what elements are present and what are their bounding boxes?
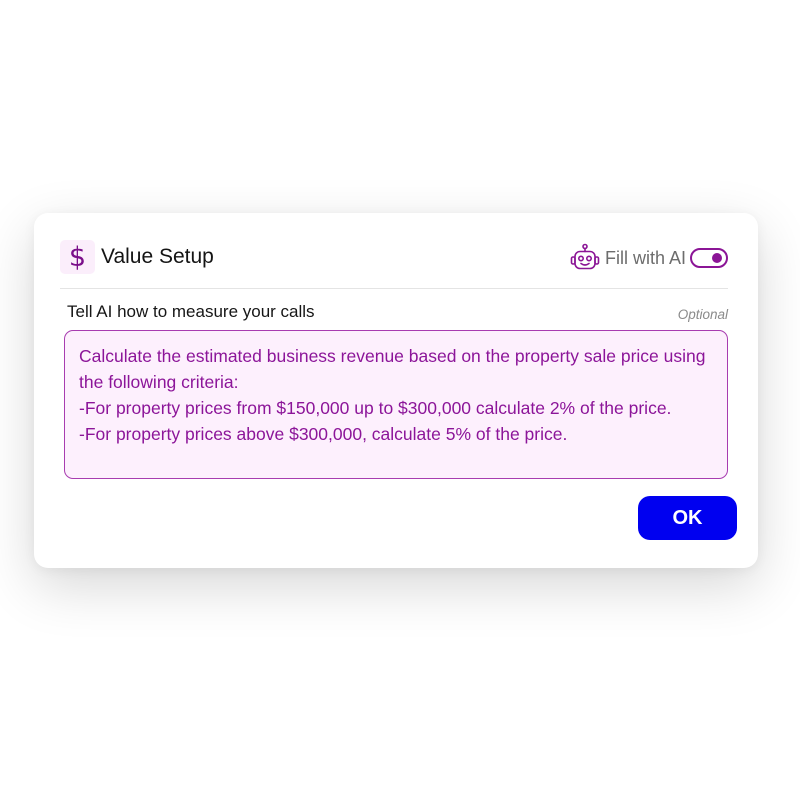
fill-with-ai-label[interactable]: Fill with AI xyxy=(605,248,686,269)
toggle-knob xyxy=(712,253,722,263)
robot-icon xyxy=(570,243,600,270)
header-divider xyxy=(60,288,728,289)
dialog-header: $ Value Setup Fill with AI xyxy=(60,240,728,274)
dollar-icon: $ xyxy=(60,240,95,274)
dollar-glyph: $ xyxy=(68,241,87,273)
fill-with-ai-toggle[interactable] xyxy=(690,248,728,268)
prompt-textarea[interactable]: Calculate the estimated business revenue… xyxy=(64,330,728,479)
value-setup-dialog: $ Value Setup Fill with AI Tell AI how t… xyxy=(34,213,758,568)
ok-button[interactable]: OK xyxy=(638,496,737,540)
optional-label: Optional xyxy=(677,307,728,322)
dialog-title: Value Setup xyxy=(101,245,214,268)
fill-with-ai-control[interactable]: Fill with AI xyxy=(569,243,728,273)
screen: $ Value Setup Fill with AI Tell AI how t… xyxy=(0,0,800,800)
prompt-label: Tell AI how to measure your calls xyxy=(67,302,315,321)
